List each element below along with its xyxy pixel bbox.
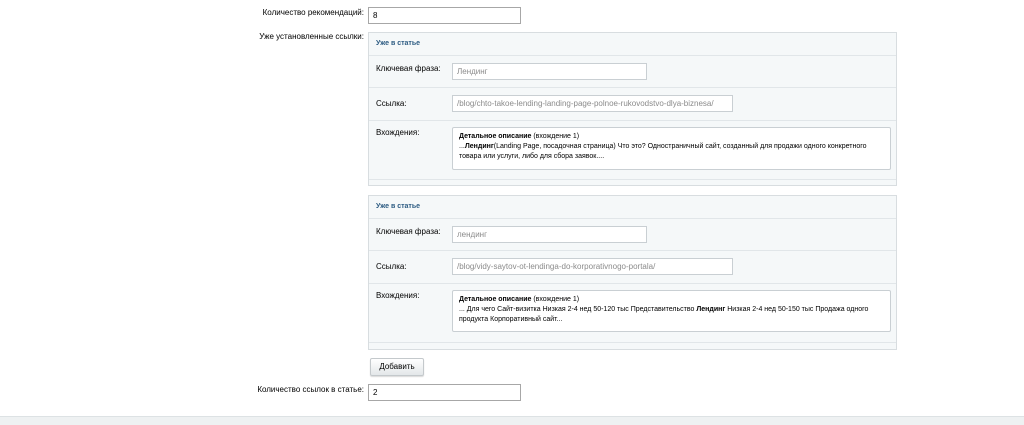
occurrence-box: Детальное описание (вхождение 1) ...Ленд… [452, 127, 891, 170]
occurrences-row: Вхождения: Детальное описание (вхождение… [369, 121, 896, 180]
occurrence-title: Детальное описание [459, 296, 532, 303]
occurrence-box: Детальное описание (вхождение 1) ... Для… [452, 290, 891, 332]
occurrence-title: Детальное описание [459, 133, 532, 140]
links-count-label: Количество ссылок в статье: [257, 385, 364, 394]
occurrence-text-pre: ... Для чего Сайт-визитка Низкая 2-4 нед… [459, 306, 697, 313]
link-input[interactable]: /blog/vidy-saytov-ot-lendinga-do-korpora… [452, 258, 733, 275]
recommendations-input[interactable]: 8 [368, 7, 521, 24]
links-count-input[interactable]: 2 [368, 384, 521, 401]
link-row: Ссылка: /blog/chto-takoe-lending-landing… [369, 88, 896, 121]
occurrences-row: Вхождения: Детальное описание (вхождение… [369, 284, 896, 343]
link-label: Ссылка: [376, 262, 407, 271]
occurrence-keyword: Лендинг [464, 143, 494, 150]
keyphrase-row: Ключевая фраза: лендинг [369, 219, 896, 251]
recommendations-label: Количество рекомендаций: [262, 8, 364, 17]
installed-links-label: Уже установленные ссылки: [259, 32, 364, 41]
card-title: Уже в статье [369, 196, 896, 219]
link-row: Ссылка: /blog/vidy-saytov-ot-lendinga-do… [369, 251, 896, 284]
keyphrase-input[interactable]: Лендинг [452, 63, 647, 80]
keyphrase-row: Ключевая фраза: Лендинг [369, 56, 896, 88]
link-label: Ссылка: [376, 99, 407, 108]
keyphrase-input[interactable]: лендинг [452, 226, 647, 243]
card-title: Уже в статье [369, 33, 896, 56]
occurrence-text-post: (Landing Page, посадочная страница) Что … [459, 143, 867, 160]
link-card-2: Уже в статье Ключевая фраза: лендинг Ссы… [368, 195, 897, 350]
occurrence-index: (вхождение 1) [531, 133, 580, 140]
add-button[interactable]: Добавить [370, 358, 424, 376]
link-input[interactable]: /blog/chto-takoe-lending-landing-page-po… [452, 95, 733, 112]
keyphrase-label: Ключевая фраза: [376, 227, 441, 236]
occurrence-keyword: Лендинг [696, 306, 726, 313]
keyphrase-label: Ключевая фраза: [376, 64, 441, 73]
occurrences-label: Вхождения: [376, 291, 420, 300]
link-card-1: Уже в статье Ключевая фраза: Лендинг Ссы… [368, 32, 897, 186]
occurrences-label: Вхождения: [376, 128, 420, 137]
occurrence-index: (вхождение 1) [531, 296, 580, 303]
